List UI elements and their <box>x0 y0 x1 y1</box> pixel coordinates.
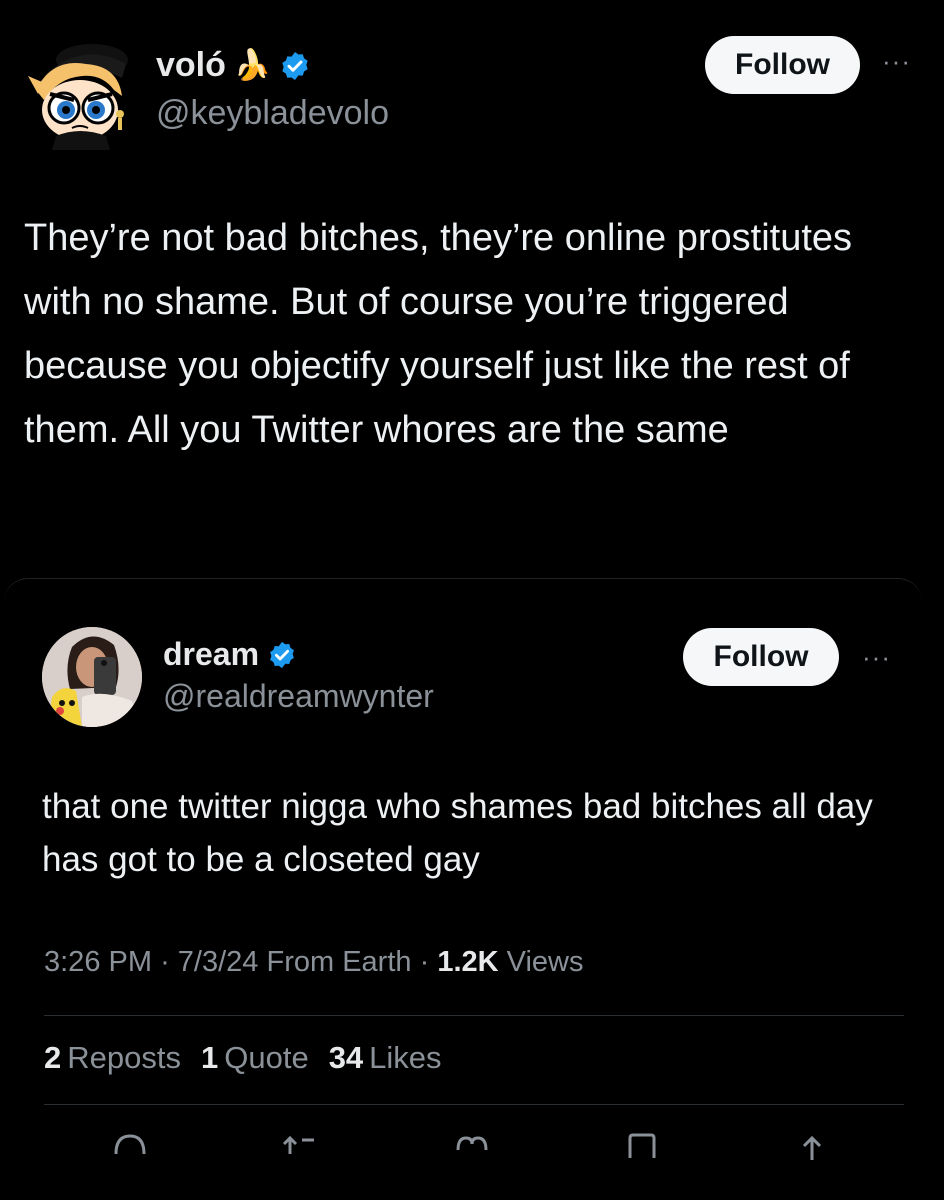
tweet-time[interactable]: 3:26 PM <box>44 946 152 978</box>
meta-separator: · <box>160 946 170 978</box>
tweet-text: They’re not bad bitches, they’re online … <box>24 217 853 451</box>
quotes-stat[interactable]: 1 Quote <box>201 1040 309 1076</box>
quoted-author-avatar[interactable] <box>42 627 142 727</box>
reposts-stat[interactable]: 2 Reposts <box>44 1040 181 1076</box>
bookmark-icon[interactable] <box>622 1130 662 1160</box>
tweet-metadata: 3:26 PM · 7/3/24 From Earth · 1.2K Views <box>44 946 584 979</box>
share-icon[interactable] <box>792 1130 832 1160</box>
views-label: Views <box>506 946 584 978</box>
reposts-label: Reposts <box>67 1040 181 1075</box>
tweet-date[interactable]: 7/3/24 <box>178 946 259 978</box>
verified-badge-icon <box>270 641 294 668</box>
quoted-author-name[interactable]: dream <box>163 636 297 673</box>
author-display-name: voló <box>156 46 226 84</box>
author-name[interactable]: voló 🍌 <box>156 46 311 85</box>
author-avatar[interactable] <box>22 38 134 150</box>
reply-icon[interactable] <box>110 1130 150 1160</box>
follow-button[interactable]: Follow <box>705 36 860 94</box>
quoted-tweet-text: that one twitter nigga who shames bad bi… <box>42 787 873 879</box>
author-handle[interactable]: @keybladevolo <box>156 94 389 133</box>
likes-stat[interactable]: 34 Likes <box>329 1040 442 1076</box>
divider <box>44 1015 904 1016</box>
quoted-more-options-icon[interactable]: ··· <box>862 642 891 673</box>
views-count: 1.2K <box>437 946 499 978</box>
reposts-count: 2 <box>44 1040 62 1075</box>
engagement-stats: 2 Reposts 1 Quote 34 Likes <box>44 1040 442 1076</box>
likes-label: Likes <box>369 1040 442 1075</box>
repost-icon[interactable] <box>280 1130 320 1160</box>
meta-separator: · <box>419 946 430 978</box>
banana-emoji: 🍌 <box>233 49 272 82</box>
quotes-label: Quote <box>224 1040 309 1075</box>
quoted-follow-button[interactable]: Follow <box>683 628 839 686</box>
more-options-icon[interactable]: ··· <box>882 46 911 77</box>
quoted-author-display-name: dream <box>163 636 260 672</box>
like-icon[interactable] <box>452 1130 492 1160</box>
verified-badge-icon <box>282 51 308 80</box>
quoted-author-handle[interactable]: @realdreamwynter <box>163 678 434 715</box>
divider <box>44 1104 904 1105</box>
quotes-count: 1 <box>200 1040 219 1075</box>
tweet-location: From Earth <box>266 946 412 978</box>
likes-count: 34 <box>328 1040 364 1075</box>
